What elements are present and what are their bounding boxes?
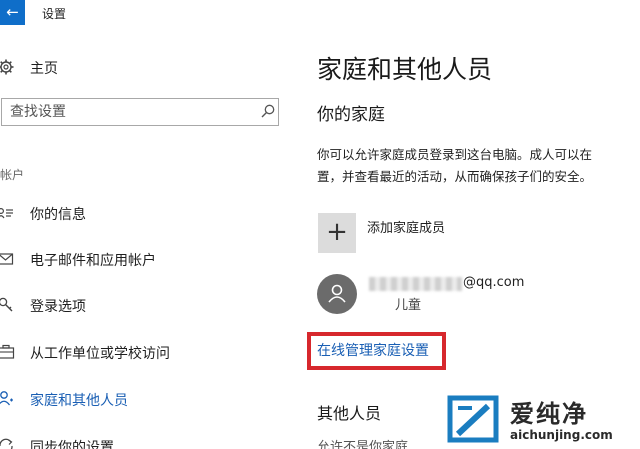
watermark-logo-icon bbox=[447, 395, 499, 443]
search-box[interactable] bbox=[1, 98, 279, 126]
family-section-title: 你的家庭 bbox=[317, 105, 385, 125]
member-email: @qq.com bbox=[463, 275, 525, 290]
other-people-description: 允许不是你家庭 bbox=[317, 440, 409, 449]
sidebar-home-label: 主页 bbox=[30, 61, 58, 77]
title-bar: ← 设置 bbox=[0, 0, 640, 26]
sidebar-item-work-school[interactable]: 从工作单位或学校访问 bbox=[0, 341, 280, 365]
avatar bbox=[317, 274, 357, 314]
add-family-member-button[interactable]: + 添加家庭成员 bbox=[318, 213, 618, 253]
search-input[interactable] bbox=[10, 103, 250, 121]
watermark: 爱纯净 aichunjing.com bbox=[444, 392, 640, 449]
sidebar-item-label: 家庭和其他人员 bbox=[30, 393, 128, 409]
mail-icon bbox=[0, 253, 14, 265]
sidebar: 主页 帐户 你的信息 电子邮件和应用帐户 登录选项 bbox=[0, 26, 290, 449]
sidebar-item-sync[interactable]: 同步你的设置 bbox=[0, 435, 280, 449]
plus-icon: + bbox=[318, 213, 356, 253]
manage-family-online-link[interactable]: 在线管理家庭设置 bbox=[317, 340, 429, 360]
other-people-section-title: 其他人员 bbox=[317, 404, 382, 423]
page-title: 家庭和其他人员 bbox=[317, 55, 493, 84]
briefcase-icon bbox=[0, 344, 15, 359]
gear-icon bbox=[0, 59, 14, 75]
person-card-icon bbox=[0, 208, 13, 219]
sidebar-item-your-info[interactable]: 你的信息 bbox=[0, 202, 280, 226]
sidebar-item-label: 同步你的设置 bbox=[30, 440, 114, 449]
sidebar-item-label: 你的信息 bbox=[30, 207, 86, 223]
member-role: 儿童 bbox=[395, 298, 422, 313]
back-button[interactable]: ← bbox=[0, 0, 25, 25]
person-icon bbox=[0, 391, 13, 406]
main-content: 家庭和其他人员 你的家庭 你可以允许家庭成员登录到这台电脑。成人可以在 置，并查… bbox=[290, 26, 640, 449]
window-title: 设置 bbox=[42, 7, 67, 21]
back-arrow-icon: ← bbox=[6, 3, 19, 21]
sidebar-item-email-accounts[interactable]: 电子邮件和应用帐户 bbox=[0, 248, 280, 272]
add-family-member-label: 添加家庭成员 bbox=[367, 221, 446, 236]
sidebar-home[interactable]: 主页 bbox=[0, 56, 280, 78]
watermark-url: aichunjing.com bbox=[510, 428, 613, 442]
sidebar-item-family[interactable]: 家庭和其他人员 bbox=[0, 388, 280, 412]
redacted-email bbox=[369, 277, 462, 291]
family-member-item[interactable]: @qq.com 儿童 bbox=[317, 272, 627, 322]
sidebar-item-sign-in-options[interactable]: 登录选项 bbox=[0, 294, 280, 318]
key-icon bbox=[0, 297, 13, 312]
section-label-accounts: 帐户 bbox=[0, 168, 25, 182]
search-icon[interactable] bbox=[260, 103, 276, 119]
sidebar-item-label: 从工作单位或学校访问 bbox=[30, 346, 170, 362]
family-description-line: 置，并查看最近的活动，从而确保孩子们的安全。 bbox=[317, 169, 593, 184]
person-icon bbox=[328, 284, 346, 303]
family-description-line: 你可以允许家庭成员登录到这台电脑。成人可以在 bbox=[317, 147, 593, 162]
sidebar-item-label: 电子邮件和应用帐户 bbox=[30, 253, 156, 269]
watermark-title: 爱纯净 bbox=[510, 400, 588, 428]
family-description: 你可以允许家庭成员登录到这台电脑。成人可以在 置，并查看最近的活动，从而确保孩子… bbox=[317, 144, 640, 188]
sidebar-item-label: 登录选项 bbox=[30, 299, 86, 315]
sync-icon bbox=[0, 438, 13, 449]
